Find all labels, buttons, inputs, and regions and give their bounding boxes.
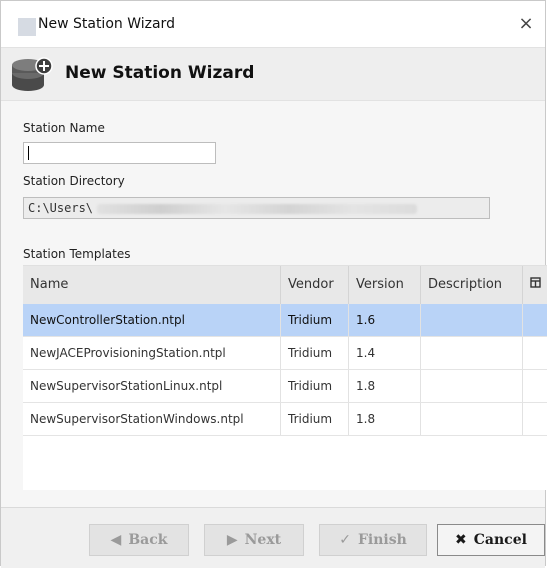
- cell-description: [421, 304, 523, 336]
- cell-name: NewControllerStation.ntpl: [23, 304, 281, 336]
- station-directory-value: C:\Users\: [28, 201, 94, 215]
- wizard-heading: New Station Wizard: [65, 63, 255, 83]
- station-directory-label: Station Directory: [23, 174, 125, 188]
- back-button-label: Back: [128, 532, 168, 548]
- column-header-name[interactable]: Name: [23, 266, 281, 304]
- cell-name: NewSupervisorStationWindows.ntpl: [23, 403, 281, 435]
- cell-description: [421, 403, 523, 435]
- templates-table: Name Vendor Version Description NewContr…: [23, 265, 547, 490]
- station-database-icon: [12, 57, 53, 91]
- cell-version: 1.4: [349, 337, 421, 369]
- table-row[interactable]: NewSupervisorStationWindows.ntpl Tridium…: [23, 403, 547, 436]
- cell-version: 1.6: [349, 304, 421, 336]
- redacted-path: [97, 203, 418, 214]
- column-header-version[interactable]: Version: [349, 266, 421, 304]
- cell-version: 1.8: [349, 370, 421, 402]
- cell-version: 1.8: [349, 403, 421, 435]
- column-header-vendor[interactable]: Vendor: [281, 266, 349, 304]
- table-row[interactable]: NewJACEProvisioningStation.ntpl Tridium …: [23, 337, 547, 370]
- cell-name: NewSupervisorStationLinux.ntpl: [23, 370, 281, 402]
- wizard-header: New Station Wizard: [1, 47, 545, 101]
- next-button[interactable]: ▶ Next: [204, 524, 304, 556]
- cell-vendor: Tridium: [281, 403, 349, 435]
- finish-button[interactable]: ✓ Finish: [319, 524, 427, 556]
- table-row[interactable]: NewControllerStation.ntpl Tridium 1.6: [23, 304, 547, 337]
- next-arrow-icon: ▶: [226, 532, 238, 548]
- station-templates-label: Station Templates: [23, 247, 131, 261]
- cell-name: NewJACEProvisioningStation.ntpl: [23, 337, 281, 369]
- back-arrow-icon: ◀: [110, 532, 122, 548]
- cell-description: [421, 370, 523, 402]
- column-chooser-icon[interactable]: [523, 266, 547, 304]
- cancel-button[interactable]: ✖ Cancel: [437, 524, 545, 556]
- cell-vendor: Tridium: [281, 304, 349, 336]
- station-name-input[interactable]: [23, 142, 216, 164]
- cell-description: [421, 337, 523, 369]
- cancel-x-icon: ✖: [455, 532, 467, 548]
- cell-vendor: Tridium: [281, 337, 349, 369]
- checkmark-icon: ✓: [339, 532, 351, 548]
- finish-button-label: Finish: [357, 532, 407, 548]
- text-caret: [28, 146, 29, 160]
- next-button-label: Next: [244, 532, 282, 548]
- station-name-label: Station Name: [23, 121, 105, 135]
- cell-vendor: Tridium: [281, 370, 349, 402]
- close-button[interactable]: ×: [513, 11, 539, 37]
- wizard-window: New Station Wizard × New Station Wizard …: [0, 0, 547, 568]
- cancel-button-label: Cancel: [473, 532, 527, 548]
- column-header-description[interactable]: Description: [421, 266, 523, 304]
- table-row[interactable]: NewSupervisorStationLinux.ntpl Tridium 1…: [23, 370, 547, 403]
- window-title: New Station Wizard: [38, 16, 175, 32]
- back-button[interactable]: ◀ Back: [89, 524, 189, 556]
- app-icon: [18, 18, 36, 36]
- station-directory-field[interactable]: C:\Users\: [23, 197, 490, 219]
- table-header: Name Vendor Version Description: [23, 266, 547, 304]
- wizard-footer: ◀ Back ▶ Next ✓ Finish ✖ Cancel: [1, 507, 545, 568]
- title-bar: New Station Wizard ×: [1, 1, 545, 45]
